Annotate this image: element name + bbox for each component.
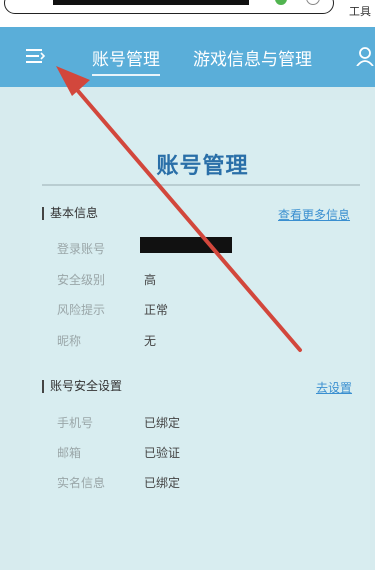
address-bar[interactable] bbox=[4, 0, 334, 14]
phone-value: 已绑定 bbox=[144, 416, 181, 430]
tools-label[interactable]: 工具 bbox=[349, 3, 371, 19]
view-more-info-link[interactable]: 查看更多信息 bbox=[278, 206, 350, 223]
realname-value: 已绑定 bbox=[144, 476, 181, 490]
active-tab-indicator bbox=[92, 74, 160, 76]
user-icon[interactable] bbox=[355, 46, 375, 66]
go-settings-link[interactable]: 去设置 bbox=[316, 379, 352, 396]
security-level-value: 高 bbox=[144, 273, 157, 287]
email-value: 已验证 bbox=[144, 446, 181, 460]
login-account-label: 登录账号 bbox=[57, 242, 106, 256]
login-account-redaction bbox=[140, 237, 232, 253]
page-title: 账号管理 bbox=[156, 154, 249, 179]
address-redaction bbox=[53, 0, 249, 5]
email-label: 邮箱 bbox=[57, 446, 82, 460]
basic-info-heading: 基本信息 bbox=[42, 207, 98, 220]
nickname-value: 无 bbox=[144, 334, 157, 348]
nickname-label: 昵称 bbox=[57, 334, 82, 348]
risk-notice-label: 风险提示 bbox=[57, 303, 106, 317]
app-header: 账号管理 游戏信息与管理 bbox=[0, 27, 375, 87]
secure-indicator-icon bbox=[275, 0, 287, 5]
tab-game-info-management[interactable]: 游戏信息与管理 bbox=[193, 45, 312, 70]
phone-label: 手机号 bbox=[57, 416, 94, 430]
account-card: 账号管理 基本信息 查看更多信息 登录账号 安全级别 高 风险提示 正常 昵称 … bbox=[30, 100, 370, 570]
realname-label: 实名信息 bbox=[57, 476, 106, 490]
risk-notice-value: 正常 bbox=[144, 303, 169, 317]
reload-icon[interactable] bbox=[306, 0, 320, 5]
title-divider bbox=[42, 184, 360, 186]
security-settings-heading: 账号安全设置 bbox=[42, 380, 122, 393]
tab-account-management[interactable]: 账号管理 bbox=[92, 45, 160, 70]
security-level-label: 安全级别 bbox=[57, 273, 106, 287]
menu-icon[interactable] bbox=[26, 47, 48, 65]
browser-toolbar: 工具 bbox=[0, 0, 375, 27]
